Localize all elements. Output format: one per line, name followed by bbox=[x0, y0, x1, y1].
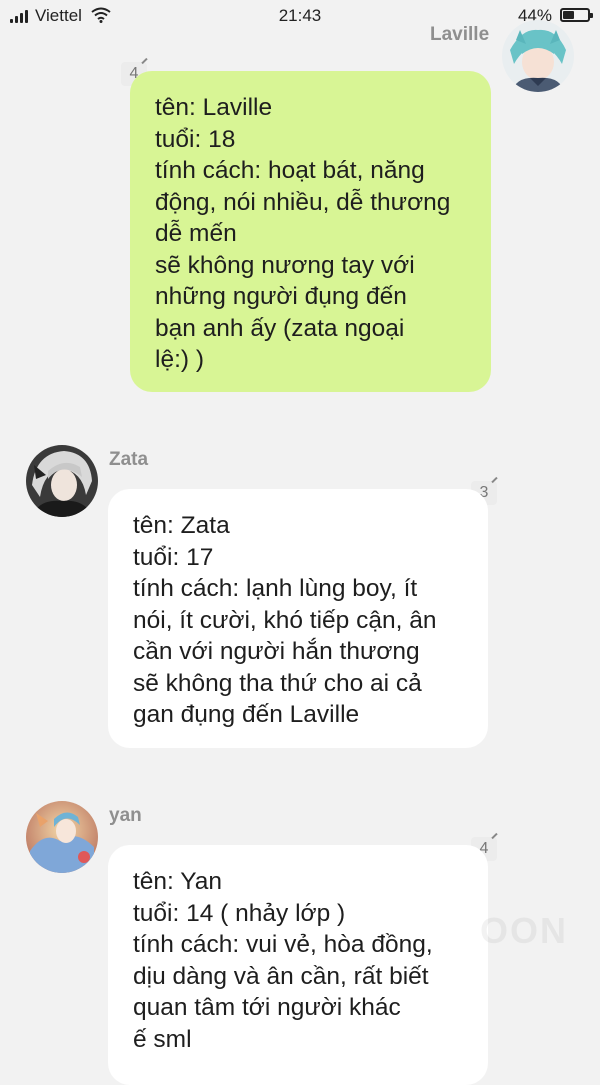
message-line: cần với người hắn thương bbox=[133, 638, 420, 665]
battery-icon bbox=[560, 8, 593, 22]
message-line: tên: Yan bbox=[133, 868, 223, 895]
sender-name[interactable]: Zata bbox=[109, 449, 148, 471]
message-line: tính cách: vui vẻ, hòa đồng, bbox=[133, 931, 433, 958]
message-line: nói, ít cười, khó tiếp cận, ân bbox=[133, 606, 437, 634]
watermark: OON bbox=[480, 910, 569, 951]
message-line: những người đụng đến bbox=[155, 283, 407, 310]
sender-name[interactable]: yan bbox=[109, 805, 142, 827]
message-line: dễ mến bbox=[155, 220, 237, 247]
message-line: tên: Zata bbox=[133, 512, 230, 539]
message-line: bạn anh ấy (zata ngoại bbox=[155, 314, 405, 342]
avatar[interactable] bbox=[26, 801, 98, 873]
message-line: lệ:) ) bbox=[155, 346, 204, 373]
message-line: tính cách: lạnh lùng boy, ít bbox=[133, 575, 418, 602]
clock: 21:43 bbox=[278, 6, 322, 25]
message-line: tên: Laville bbox=[155, 94, 273, 121]
message-bubble: tên: Laville tuổi: 18 tính cách: hoạt bá… bbox=[130, 71, 491, 392]
message-line: tuổi: 18 bbox=[155, 125, 236, 153]
message-line: tuổi: 14 ( nhảy lớp ) bbox=[133, 899, 346, 927]
status-bar: Viettel 21:43 44% bbox=[0, 0, 600, 32]
avatar[interactable] bbox=[502, 20, 574, 92]
message-line: ế sml bbox=[133, 1025, 192, 1053]
sender-name[interactable]: Laville bbox=[430, 24, 489, 46]
message-line: sẽ không tha thứ cho ai cả bbox=[133, 669, 422, 697]
message-bubble: tên: Yan tuổi: 14 ( nhảy lớp ) tính cách… bbox=[108, 845, 488, 1085]
message-line: quan tâm tới người khác bbox=[133, 994, 401, 1021]
message-bubble: tên: Zata tuổi: 17 tính cách: lạnh lùng … bbox=[108, 489, 488, 748]
message-line: tuổi: 17 bbox=[133, 543, 214, 571]
battery-level bbox=[563, 11, 574, 19]
message-line: tính cách: hoạt bát, năng bbox=[155, 157, 425, 184]
message-line: dịu dàng và ân cần, rất biết bbox=[133, 962, 429, 990]
message-line: sẽ không nương tay với bbox=[155, 251, 415, 279]
avatar[interactable] bbox=[26, 445, 98, 517]
message-line: gan đụng đến Laville bbox=[133, 701, 360, 728]
message-line: động, nói nhiều, dễ thương bbox=[155, 188, 451, 216]
